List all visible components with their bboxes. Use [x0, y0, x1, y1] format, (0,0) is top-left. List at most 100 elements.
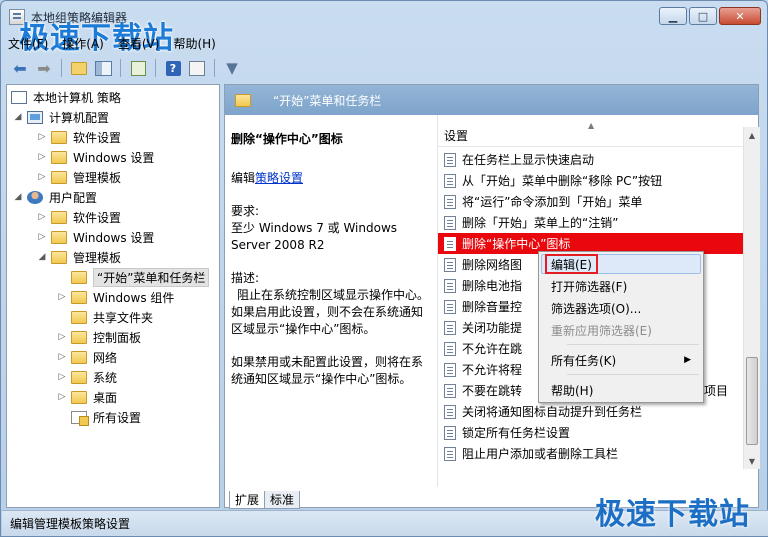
- console-tree[interactable]: 本地计算机 策略 ◢ 计算机配置 ▷ 软件设置 ▷ Windows 设置 ▷ 管…: [6, 84, 220, 508]
- menu-item-open-filter[interactable]: 打开筛选器(F): [541, 276, 701, 296]
- properties-button[interactable]: [187, 58, 207, 78]
- tree-item-shared-folders[interactable]: 共享文件夹: [57, 307, 153, 327]
- status-text: 编辑管理模板策略设置: [10, 517, 131, 531]
- window-controls: ▁ □ ✕: [659, 7, 761, 25]
- menu-item-edit[interactable]: 编辑(E): [541, 254, 701, 274]
- vertical-scrollbar[interactable]: ▲ ▼: [743, 127, 760, 469]
- tree-item-user-software[interactable]: ▷ 软件设置: [37, 207, 121, 227]
- tree-item-user-admin[interactable]: ◢ 管理模板: [37, 247, 121, 267]
- tree-item-computer-software[interactable]: ▷ 软件设置: [37, 127, 121, 147]
- expand-arrow-icon[interactable]: ▷: [37, 212, 47, 222]
- list-item[interactable]: 关闭将通知图标自动提升到任务栏: [438, 401, 744, 422]
- filter-button[interactable]: ▼: [222, 58, 242, 78]
- folder-icon: [235, 93, 251, 107]
- menu-item-help[interactable]: 帮助(H): [541, 380, 701, 400]
- list-item[interactable]: 在任务栏上显示快速启动: [438, 149, 744, 170]
- show-hide-tree-button[interactable]: [93, 58, 113, 78]
- expand-arrow-icon[interactable]: ▷: [57, 392, 67, 402]
- tab-extended[interactable]: 扩展: [229, 491, 266, 509]
- expand-arrow-icon[interactable]: ▷: [57, 332, 67, 342]
- tree-item-desktop[interactable]: ▷ 桌面: [57, 387, 117, 407]
- folder-icon: [51, 170, 67, 184]
- list-item[interactable]: 从「开始」菜单中删除“移除 PC”按钮: [438, 170, 744, 191]
- list-item[interactable]: 删除「开始」菜单上的“注销”: [438, 212, 744, 233]
- list-item[interactable]: 将“运行”命令添加到「开始」菜单: [438, 191, 744, 212]
- tree-item-windows-components[interactable]: ▷ Windows 组件: [57, 287, 174, 307]
- menu-help[interactable]: 帮助(H): [173, 35, 215, 52]
- expand-arrow-icon[interactable]: ▷: [37, 172, 47, 182]
- close-button[interactable]: ✕: [719, 7, 761, 25]
- tree-item-control-panel[interactable]: ▷ 控制面板: [57, 327, 141, 347]
- expand-arrow-icon[interactable]: ▷: [57, 292, 67, 302]
- minimize-button[interactable]: ▁: [659, 7, 687, 25]
- collapse-arrow-icon[interactable]: ◢: [37, 252, 47, 262]
- policy-setting-icon: [444, 257, 456, 272]
- context-menu: 编辑(E) 打开筛选器(F) 筛选器选项(O)... 重新应用筛选器(E) 所有…: [538, 251, 704, 403]
- menu-item-filter-options[interactable]: 筛选器选项(O)...: [541, 298, 701, 318]
- tree-item-root[interactable]: 本地计算机 策略: [11, 87, 121, 107]
- tree-item-system[interactable]: ▷ 系统: [57, 367, 117, 387]
- description-text-2: 如果禁用或未配置此设置，则将在系统通知区域显示“操作中心”图标。: [231, 355, 424, 386]
- expand-arrow-icon[interactable]: ▷: [57, 372, 67, 382]
- tab-standard[interactable]: 标准: [264, 491, 301, 509]
- expand-arrow-icon[interactable]: ▷: [57, 352, 67, 362]
- up-level-button[interactable]: [69, 58, 89, 78]
- scroll-thumb[interactable]: [746, 357, 758, 445]
- list-item[interactable]: 锁定所有任务栏设置: [438, 422, 744, 443]
- menu-view[interactable]: 查看(V): [118, 35, 160, 52]
- policy-setting-icon: [444, 278, 456, 293]
- tree-item-user-windows[interactable]: ▷ Windows 设置: [37, 227, 154, 247]
- expand-arrow-icon[interactable]: ▷: [37, 152, 47, 162]
- menu-item-all-tasks[interactable]: 所有任务(K) ▶: [541, 350, 701, 370]
- toolbar: ⬅ ➡ ? ▼: [2, 54, 768, 82]
- submenu-arrow-icon: ▶: [684, 355, 691, 365]
- console-tree-icon: [94, 60, 112, 76]
- tree-item-user-config[interactable]: ◢ 用户配置: [13, 187, 97, 207]
- maximize-button[interactable]: □: [689, 7, 717, 25]
- export-list-button[interactable]: [128, 58, 148, 78]
- expand-arrow-icon[interactable]: ▷: [37, 132, 47, 142]
- extended-description: 删除“操作中心”图标 编辑策略设置 要求: 至少 Windows 7 或 Win…: [225, 115, 437, 487]
- scroll-down-icon[interactable]: ▼: [744, 453, 760, 469]
- forward-button[interactable]: ➡: [34, 58, 54, 78]
- details-header: “开始”菜单和任务栏: [225, 85, 758, 115]
- policy-setting-icon: [444, 194, 456, 209]
- tree-item-computer-windows[interactable]: ▷ Windows 设置: [37, 147, 154, 167]
- view-tabs: 扩展 标准: [225, 489, 301, 509]
- policy-title: 删除“操作中心”图标: [231, 132, 343, 146]
- edit-highlight-box: 编辑(E): [545, 254, 598, 274]
- back-button[interactable]: ⬅: [10, 58, 30, 78]
- tree-item-all-settings[interactable]: 所有设置: [57, 407, 141, 427]
- filter-icon: ▼: [226, 59, 238, 77]
- help-button[interactable]: ?: [163, 58, 183, 78]
- collapse-arrow-icon[interactable]: ◢: [13, 112, 23, 122]
- all-settings-icon: [71, 410, 89, 426]
- scroll-up-icon[interactable]: ▲: [744, 127, 760, 143]
- folder-icon: [71, 310, 87, 324]
- edit-policy-link[interactable]: 策略设置: [255, 171, 303, 185]
- arrow-left-icon: ⬅: [13, 58, 27, 78]
- column-header-setting[interactable]: 设置 ▲: [438, 121, 760, 147]
- toolbar-separator: [61, 59, 62, 77]
- toolbar-separator: [155, 59, 156, 77]
- policy-setting-icon: [444, 299, 456, 314]
- requirement-label: 要求:: [231, 204, 260, 218]
- expand-arrow-icon[interactable]: ▷: [37, 232, 47, 242]
- folder-icon: [71, 290, 87, 304]
- description-label: 描述:: [231, 271, 260, 285]
- tree-item-start-menu[interactable]: “开始”菜单和任务栏: [57, 267, 210, 287]
- tree-item-computer-admin[interactable]: ▷ 管理模板: [37, 167, 121, 187]
- details-header-title: “开始”菜单和任务栏: [273, 93, 382, 108]
- folder-up-icon: [71, 61, 87, 75]
- menu-item-reapply-filter: 重新应用筛选器(E): [551, 323, 652, 338]
- policy-setting-icon: [444, 362, 456, 377]
- list-item[interactable]: 阻止用户添加或者删除工具栏: [438, 443, 744, 464]
- collapse-arrow-icon[interactable]: ◢: [13, 192, 23, 202]
- arrow-right-icon: ➡: [37, 58, 51, 78]
- menu-file[interactable]: 文件(F): [8, 35, 48, 52]
- help-icon: ?: [165, 60, 181, 76]
- tree-item-computer-config[interactable]: ◢ 计算机配置: [13, 107, 109, 127]
- menu-separator: [567, 344, 699, 345]
- menu-action[interactable]: 操作(A): [62, 35, 104, 52]
- tree-item-network[interactable]: ▷ 网络: [57, 347, 117, 367]
